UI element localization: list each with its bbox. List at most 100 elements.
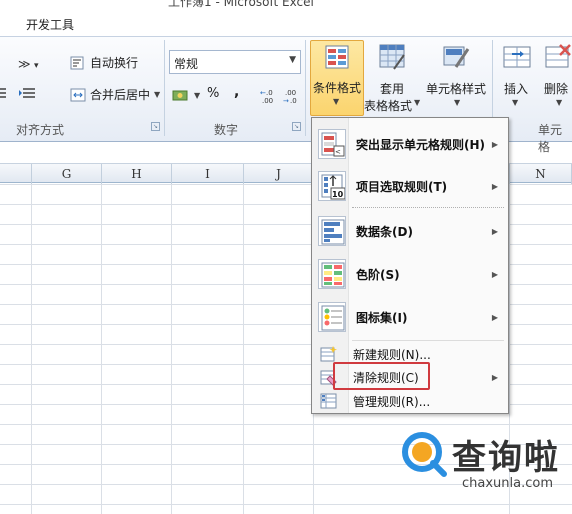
- menu-item-label: 色阶(S): [356, 267, 400, 282]
- group-separator: [305, 40, 306, 136]
- svg-text:.00: .00: [285, 89, 296, 97]
- merge-center-icon: [70, 88, 86, 101]
- format-as-table-label-line2: 表格格式: [364, 99, 413, 113]
- top-bottom-rules-icon: 10: [318, 171, 346, 201]
- wrap-text-label: 自动换行: [90, 56, 139, 70]
- chevron-down-icon: ▼: [512, 98, 519, 107]
- alignment-launcher-icon[interactable]: ↘: [151, 122, 160, 131]
- ribbon-tab-row: 开发工具: [0, 12, 572, 36]
- indent-decrease-button[interactable]: [18, 87, 36, 101]
- conditional-formatting-label: 条件格式: [312, 81, 361, 95]
- svg-text:10: 10: [332, 190, 344, 199]
- grid-line: [243, 184, 244, 514]
- icon-sets-icon: [318, 302, 346, 332]
- chevron-down-icon: ▼: [333, 97, 340, 106]
- column-header-i[interactable]: I: [172, 164, 244, 184]
- grid-line: [101, 184, 102, 514]
- alignment-group-label: 对齐方式: [16, 123, 65, 137]
- manage-rules-icon: [320, 393, 337, 409]
- delete-button[interactable]: 删除 ▼: [540, 40, 572, 116]
- menu-item-label: 突出显示单元格规则(H): [356, 137, 486, 152]
- column-header-partial[interactable]: [0, 164, 32, 184]
- orientation-button[interactable]: ≫ ▾: [18, 56, 44, 70]
- decrease-decimal-button[interactable]: .00 → .0: [283, 88, 301, 105]
- submenu-arrow-icon: ▶: [491, 269, 498, 279]
- increase-decimal-icon: ← .0.00: [260, 89, 273, 105]
- menu-item-label: 图标集(I): [356, 310, 408, 325]
- cells-group-label: 单元格: [538, 123, 563, 154]
- submenu-arrow-icon: ▶: [491, 312, 498, 322]
- column-header-n[interactable]: N: [510, 164, 572, 184]
- wrap-text-icon: [70, 56, 84, 69]
- grid-line: [31, 184, 32, 514]
- grid-line: [171, 184, 172, 514]
- search-logo-icon: [402, 432, 447, 477]
- new-rule-icon: [320, 346, 337, 362]
- highlight-box: [333, 362, 430, 390]
- merge-center-label: 合并后居中: [90, 88, 151, 102]
- comma-button[interactable]: ,: [234, 84, 239, 100]
- format-as-table-label-line1: 套用: [379, 82, 404, 96]
- title-bar: 工作簿1 - Microsoft Excel: [0, 0, 572, 12]
- svg-text:.00: .00: [262, 97, 273, 104]
- orientation-icon: ≫ ▾: [18, 57, 39, 70]
- chevron-down-icon: ▼: [154, 90, 161, 99]
- menu-item-color-scales[interactable]: 色阶(S) ▶: [314, 254, 506, 294]
- svg-text:.0: .0: [290, 97, 297, 104]
- submenu-arrow-icon: ▶: [491, 139, 498, 149]
- data-bars-icon: [318, 216, 346, 246]
- submenu-arrow-icon: ▶: [491, 372, 498, 382]
- menu-divider: [352, 340, 504, 341]
- currency-icon: [172, 90, 188, 101]
- submenu-arrow-icon: ▶: [491, 226, 498, 236]
- chevron-down-icon: ▼: [556, 98, 563, 107]
- insert-label: 插入: [504, 82, 529, 96]
- svg-text:≫: ≫: [18, 57, 31, 70]
- conditional-formatting-icon: [325, 45, 349, 69]
- menu-item-data-bars[interactable]: 数据条(D) ▶: [314, 211, 506, 251]
- merge-center-button[interactable]: 合并后居中 ▼: [70, 86, 160, 103]
- menu-item-label: 新建规则(N)...: [353, 347, 431, 362]
- menu-item-top-bottom-rules[interactable]: 10 项目选取规则(T) ▶: [314, 166, 506, 206]
- number-launcher-icon[interactable]: ↘: [292, 122, 301, 131]
- group-separator: [164, 40, 165, 136]
- svg-text:▾: ▾: [34, 61, 39, 70]
- window-title: 工作簿1 - Microsoft Excel: [168, 0, 314, 9]
- wrap-text-button[interactable]: 自动换行: [70, 54, 138, 71]
- indent-icon-partial: [0, 87, 6, 104]
- chevron-down-icon: ▼: [414, 98, 421, 107]
- format-as-table-button[interactable]: 套用 表格格式 ▼: [362, 40, 422, 116]
- watermark-brand: 查询啦: [452, 438, 560, 478]
- menu-divider: [352, 207, 504, 208]
- menu-item-manage-rules[interactable]: 管理规则(R)...: [314, 390, 506, 412]
- svg-text:<: <: [335, 148, 341, 156]
- delete-cells-icon: [545, 44, 571, 68]
- accounting-format-button[interactable]: ▼: [172, 88, 200, 102]
- format-as-table-icon: [379, 44, 405, 70]
- svg-text:.0: .0: [266, 89, 273, 97]
- color-scales-icon: [318, 259, 346, 289]
- insert-cells-icon: [503, 46, 531, 68]
- submenu-arrow-icon: ▶: [491, 181, 498, 191]
- watermark-url: chaxunla.com: [462, 476, 553, 491]
- menu-item-icon-sets[interactable]: 图标集(I) ▶: [314, 297, 506, 337]
- menu-item-highlight-cells-rules[interactable]: < 突出显示单元格规则(H) ▶: [314, 124, 506, 164]
- column-header-h[interactable]: H: [102, 164, 172, 184]
- column-header-g[interactable]: G: [32, 164, 102, 184]
- insert-button[interactable]: 插入 ▼: [498, 40, 536, 116]
- cell-styles-button[interactable]: 单元格样式 ▼: [424, 40, 488, 116]
- tab-developer[interactable]: 开发工具: [26, 16, 74, 33]
- cell-styles-label: 单元格样式: [426, 82, 487, 96]
- conditional-formatting-button[interactable]: 条件格式 ▼: [310, 40, 364, 116]
- indent-decrease-icon: [19, 88, 35, 98]
- chevron-down-icon: ▼: [289, 55, 296, 65]
- chevron-down-icon: ▼: [454, 98, 461, 107]
- increase-decimal-button[interactable]: ← .0.00: [260, 88, 278, 105]
- menu-item-label: 管理规则(R)...: [353, 394, 431, 409]
- chevron-down-icon: ▼: [194, 90, 201, 100]
- column-header-j[interactable]: J: [244, 164, 314, 184]
- menu-item-label: 项目选取规则(T): [356, 179, 448, 194]
- number-format-dropdown[interactable]: 常规 ▼: [169, 50, 301, 74]
- decrease-decimal-icon: .00→ .0: [283, 89, 297, 105]
- percent-button[interactable]: %: [207, 86, 219, 101]
